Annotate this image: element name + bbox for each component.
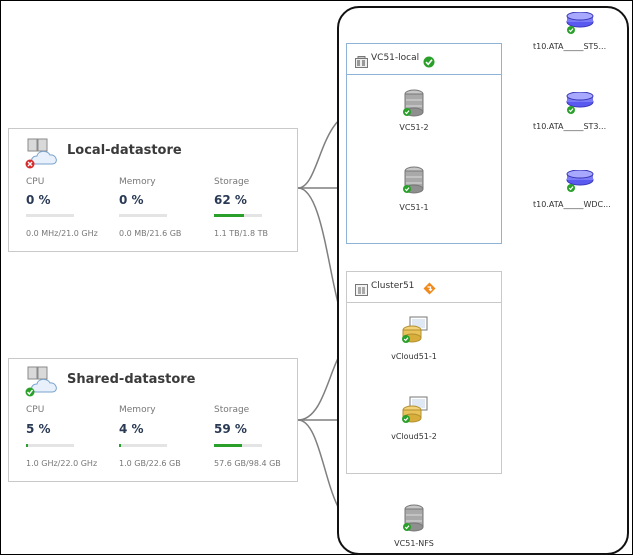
disk-label: t10.ATA_____ST5... bbox=[533, 42, 607, 51]
disk-icon[interactable] bbox=[566, 169, 594, 198]
group-title: VC51-local bbox=[371, 53, 420, 63]
host-label: VC51-1 bbox=[399, 203, 429, 212]
datacenter-icon bbox=[355, 53, 368, 72]
cpu-detail: 1.0 GHz/22.0 GHz bbox=[26, 459, 98, 468]
memory-detail: 0.0 MB/21.6 GB bbox=[119, 229, 182, 238]
cpu-value: 5 % bbox=[26, 422, 51, 436]
storage-bar bbox=[214, 214, 262, 217]
error-status-icon bbox=[25, 154, 35, 173]
disk-label: t10.ATA_____WDC... bbox=[533, 200, 611, 209]
ok-status-icon bbox=[25, 382, 35, 401]
vm-host-icon[interactable] bbox=[401, 316, 429, 348]
storage-value: 59 % bbox=[214, 422, 247, 436]
cpu-label: CPU bbox=[26, 177, 45, 187]
storage-label: Storage bbox=[214, 177, 250, 187]
memory-value: 0 % bbox=[119, 193, 144, 207]
storage-detail: 57.6 GB/98.4 GB bbox=[214, 459, 281, 468]
host-server-icon[interactable] bbox=[403, 89, 425, 121]
cluster-icon bbox=[355, 281, 368, 300]
cluster51-group[interactable]: Cluster51 bbox=[346, 271, 502, 474]
storage-value: 62 % bbox=[214, 193, 247, 207]
cpu-bar bbox=[26, 444, 74, 447]
host-server-icon[interactable] bbox=[403, 504, 425, 536]
datastore-name: Local-datastore bbox=[67, 143, 182, 158]
cpu-value: 0 % bbox=[26, 193, 51, 207]
storage-bar-fill bbox=[214, 214, 244, 217]
storage-bar-fill bbox=[214, 444, 242, 447]
storage-detail: 1.1 TB/1.8 TB bbox=[214, 229, 268, 238]
memory-detail: 1.0 GB/22.6 GB bbox=[119, 459, 181, 468]
cpu-bar bbox=[26, 214, 74, 217]
storage-label: Storage bbox=[214, 405, 250, 415]
host-label: vCloud51-1 bbox=[391, 352, 437, 361]
host-label: VC51-NFS bbox=[394, 539, 434, 548]
host-label: vCloud51-2 bbox=[391, 432, 437, 441]
memory-bar bbox=[119, 444, 167, 447]
ok-status-icon bbox=[423, 53, 435, 72]
memory-label: Memory bbox=[119, 405, 156, 415]
disk-icon[interactable] bbox=[566, 11, 594, 40]
cpu-label: CPU bbox=[26, 405, 45, 415]
vc51-local-group[interactable]: VC51-local bbox=[346, 43, 502, 244]
host-label: VC51-2 bbox=[399, 123, 429, 132]
memory-label: Memory bbox=[119, 177, 156, 187]
vm-host-icon[interactable] bbox=[401, 396, 429, 428]
warning-status-icon bbox=[423, 280, 436, 299]
storage-bar bbox=[214, 444, 262, 447]
group-header: Cluster51 bbox=[347, 272, 501, 303]
datastore-name: Shared-datastore bbox=[67, 372, 196, 387]
disk-icon[interactable] bbox=[566, 91, 594, 120]
memory-bar-fill bbox=[119, 444, 121, 447]
group-title: Cluster51 bbox=[371, 281, 415, 291]
group-header: VC51-local bbox=[347, 44, 501, 75]
cpu-bar-fill bbox=[26, 444, 28, 447]
host-server-icon[interactable] bbox=[403, 166, 425, 198]
local-datastore-card[interactable]: Local-datastore CPU 0 % 0.0 MHz/21.0 GHz… bbox=[8, 128, 298, 252]
disk-label: t10.ATA_____ST3... bbox=[533, 122, 607, 131]
memory-value: 4 % bbox=[119, 422, 144, 436]
shared-datastore-card[interactable]: Shared-datastore CPU 5 % 1.0 GHz/22.0 GH… bbox=[8, 358, 298, 482]
memory-bar bbox=[119, 214, 167, 217]
cpu-detail: 0.0 MHz/21.0 GHz bbox=[26, 229, 98, 238]
